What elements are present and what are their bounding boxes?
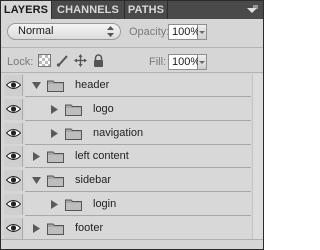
layer-row[interactable]: navigation [1, 121, 263, 145]
layer-name: left content [75, 150, 129, 163]
blend-mode-value: Normal [18, 25, 54, 37]
layer-row[interactable]: header [1, 74, 263, 97]
layer-row[interactable]: footer [1, 216, 263, 240]
layers-panel: LAYERS CHANNELS PATHS Normal Opacity: 10… [0, 0, 264, 250]
lock-label: Lock: [7, 56, 34, 68]
folder-icon [65, 104, 82, 116]
layer-row-content[interactable]: sidebar [25, 169, 251, 193]
folder-icon [65, 128, 82, 140]
layer-row[interactable]: sidebar [1, 169, 263, 193]
tab-layers[interactable]: LAYERS [1, 1, 51, 19]
divider [1, 72, 263, 73]
lock-position-icon[interactable] [74, 54, 87, 67]
layer-row-content[interactable]: login [25, 193, 251, 216]
layer-visibility-eye-icon[interactable] [4, 146, 23, 168]
chevron-down-icon [199, 61, 205, 64]
layer-name: footer [75, 221, 104, 234]
blend-mode-select[interactable]: Normal [7, 23, 121, 40]
layer-visibility-eye-icon[interactable] [4, 194, 23, 215]
layer-visibility-eye-icon[interactable] [4, 217, 23, 239]
expand-triangle-open-icon[interactable] [32, 81, 41, 90]
divider [1, 47, 263, 48]
panel-tab-bar: LAYERS CHANNELS PATHS [1, 1, 263, 19]
layer-name: logo [93, 102, 114, 115]
fill-field[interactable]: 100% [168, 54, 200, 70]
layers-scrollbar[interactable] [252, 74, 263, 240]
layer-visibility-eye-icon[interactable] [4, 170, 23, 192]
expand-triangle-closed-icon[interactable] [50, 200, 59, 209]
select-arrows-icon [107, 26, 114, 37]
lock-all-icon[interactable] [92, 54, 105, 67]
layer-row-content[interactable]: left content [25, 145, 251, 169]
expand-triangle-closed-icon[interactable] [50, 128, 59, 138]
layer-visibility-eye-icon[interactable] [4, 98, 23, 120]
expand-triangle-closed-icon[interactable] [32, 223, 41, 233]
layer-row-content[interactable]: header [25, 74, 251, 97]
layer-row-content[interactable]: navigation [25, 121, 251, 145]
lock-transparent-pixels-icon[interactable] [38, 54, 51, 67]
folder-icon [47, 151, 64, 164]
opacity-label: Opacity: [129, 26, 170, 38]
expand-triangle-closed-icon[interactable] [32, 152, 41, 162]
tab-separator [167, 1, 168, 19]
folder-icon [65, 199, 82, 211]
layer-visibility-eye-icon[interactable] [4, 122, 23, 144]
layer-name: sidebar [75, 174, 112, 187]
layer-row[interactable]: login [1, 193, 263, 216]
tab-paths[interactable]: PATHS [125, 1, 167, 19]
tab-channels[interactable]: CHANNELS [52, 1, 124, 19]
folder-icon [47, 223, 64, 235]
layer-visibility-eye-icon[interactable] [4, 75, 23, 96]
layer-name: login [93, 198, 117, 210]
layer-row[interactable]: left content [1, 145, 263, 169]
fill-label: Fill: [149, 56, 167, 68]
layer-row-content[interactable]: logo [25, 97, 251, 121]
folder-icon [47, 80, 64, 92]
opacity-dropdown-button[interactable] [198, 24, 207, 40]
expand-triangle-open-icon[interactable] [32, 176, 41, 185]
layer-name: header [75, 79, 110, 91]
chevron-down-icon [199, 31, 205, 34]
fill-dropdown-button[interactable] [198, 54, 207, 70]
folder-icon [47, 175, 64, 188]
layer-row-content[interactable]: footer [25, 216, 251, 240]
panel-footer [1, 239, 263, 249]
opacity-field[interactable]: 100% [168, 24, 200, 40]
layer-row[interactable]: logo [1, 97, 263, 121]
expand-triangle-closed-icon[interactable] [50, 104, 59, 114]
lock-image-pixels-icon[interactable] [56, 54, 69, 67]
panel-menu-icon[interactable] [245, 3, 259, 17]
layer-name: navigation [93, 126, 144, 139]
layers-list: header logo navigation left content sidebar l… [1, 74, 263, 240]
